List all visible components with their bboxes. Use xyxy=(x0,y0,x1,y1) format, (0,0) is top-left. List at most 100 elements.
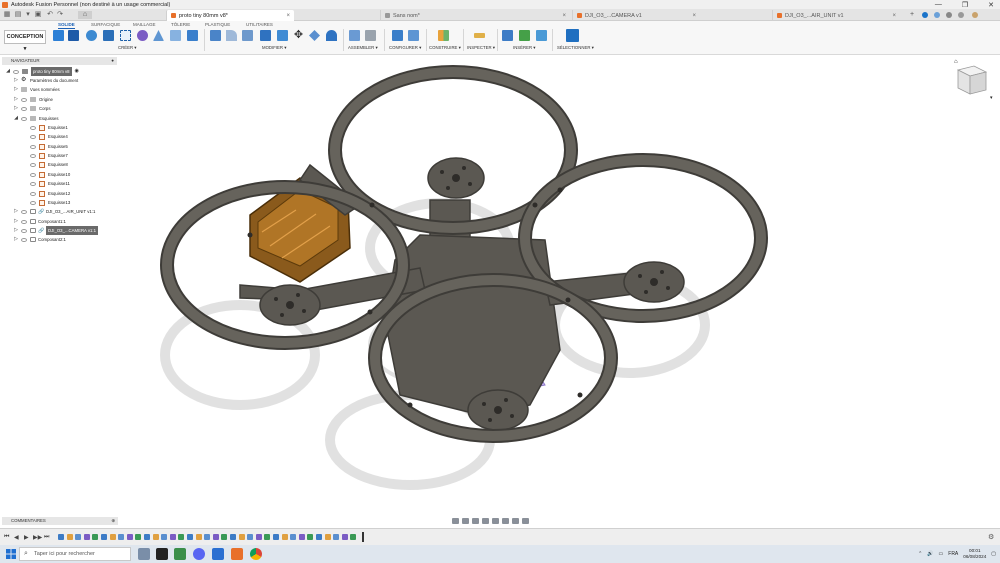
timeline-feature-icon[interactable] xyxy=(238,534,245,540)
notifications-center-icon[interactable]: ▢ xyxy=(991,551,996,557)
timeline-feature-icon[interactable] xyxy=(178,534,185,540)
timeline-feature-icon[interactable] xyxy=(247,534,254,540)
shell-icon[interactable] xyxy=(260,30,271,41)
tree-sketch[interactable]: Esquisse7 xyxy=(30,151,68,160)
workspace-switcher-button[interactable]: CONCEPTION ▾ xyxy=(4,30,46,52)
comments-panel[interactable]: COMMENTAIRES ⊕ xyxy=(2,517,118,525)
visibility-icon[interactable] xyxy=(13,69,19,74)
configuration-table-icon[interactable] xyxy=(408,30,419,41)
fillet-icon[interactable] xyxy=(226,30,237,41)
look-at-icon[interactable] xyxy=(462,517,469,524)
tab-sans-nom[interactable]: Sans nom* × xyxy=(380,10,570,21)
timeline-feature-icon[interactable] xyxy=(324,534,331,540)
notifications-icon[interactable] xyxy=(934,12,940,18)
grid-settings-icon[interactable] xyxy=(512,517,519,524)
pyramid-icon[interactable] xyxy=(153,30,164,41)
timeline-feature-icon[interactable] xyxy=(135,534,142,540)
timeline-feature-icon[interactable] xyxy=(307,534,314,540)
visibility-icon[interactable] xyxy=(30,125,36,130)
timeline-feature-icon[interactable] xyxy=(58,534,64,540)
timeline-feature-icon[interactable] xyxy=(187,534,193,540)
timeline-feature-icon[interactable] xyxy=(273,534,279,540)
tree-component-air-unit[interactable]: ▷ 🔗 DJI_O3_...AIR_UNIT v1:1 xyxy=(14,207,95,216)
group-selectionner[interactable]: SÉLECTIONNER ▾ xyxy=(557,45,594,51)
tab-tolerie[interactable]: TÔLERIE xyxy=(171,22,190,27)
job-status-icon[interactable] xyxy=(922,12,928,18)
expand-icon[interactable]: ▷ xyxy=(14,76,18,85)
tab-utilitaires[interactable]: UTILITAIRES xyxy=(246,22,273,27)
visibility-icon[interactable] xyxy=(30,200,36,205)
tree-component-composant1[interactable]: ▷ Composant1:1 xyxy=(14,217,66,226)
redo-icon[interactable]: ↷ xyxy=(56,11,64,19)
expand-icon[interactable]: ▷ xyxy=(14,226,18,235)
fit-icon[interactable] xyxy=(492,517,499,524)
align-icon[interactable] xyxy=(309,30,320,41)
timeline-feature-icon[interactable] xyxy=(152,534,159,540)
collapse-icon[interactable]: ◢ xyxy=(6,67,10,76)
visibility-icon[interactable] xyxy=(21,209,27,214)
terminal-app-icon[interactable] xyxy=(156,548,168,560)
timeline-feature-icon[interactable] xyxy=(109,534,116,540)
visibility-icon[interactable] xyxy=(30,153,36,158)
timeline-feature-icon[interactable] xyxy=(350,534,357,540)
insert-derive-icon[interactable] xyxy=(502,30,513,41)
timeline-settings-icon[interactable]: ⚙ xyxy=(988,533,994,541)
timeline-feature-icon[interactable] xyxy=(230,534,236,540)
activate-icon[interactable]: ◉ xyxy=(75,67,79,76)
timeline-feature-icon[interactable] xyxy=(126,534,133,540)
group-creer[interactable]: CRÉER ▾ xyxy=(118,45,136,51)
home-view-icon[interactable]: ⌂ xyxy=(954,59,958,65)
timeline-feature-icon[interactable] xyxy=(144,534,150,540)
timeline-feature-icon[interactable] xyxy=(333,534,340,540)
new-tab-icon[interactable]: + xyxy=(908,11,916,19)
tree-sketch[interactable]: Esquisse10 xyxy=(30,170,70,179)
pan-icon[interactable] xyxy=(472,517,479,524)
mirror-icon[interactable] xyxy=(187,30,198,41)
timeline-feature-icon[interactable] xyxy=(290,534,297,540)
move-icon[interactable]: ✥ xyxy=(293,30,304,41)
expand-icon[interactable]: ▷ xyxy=(14,207,18,216)
as-built-joint-icon[interactable] xyxy=(365,30,376,41)
tree-item-corps[interactable]: ▷ Corps xyxy=(14,104,50,113)
task-view-icon[interactable] xyxy=(138,548,150,560)
press-pull-icon[interactable] xyxy=(210,30,221,41)
timeline-feature-icon[interactable] xyxy=(66,534,73,540)
collapse-icon[interactable]: ◢ xyxy=(14,114,18,123)
tab-surfacique[interactable]: SURFACIQUE xyxy=(91,22,120,27)
new-component-icon[interactable] xyxy=(53,30,64,41)
tree-sketch[interactable]: Esquisse11 xyxy=(30,179,70,188)
combine-icon[interactable] xyxy=(277,30,288,41)
expand-icon[interactable]: ▷ xyxy=(14,235,18,244)
minimize-button[interactable]: — xyxy=(935,1,942,8)
undo-icon[interactable]: ↶ xyxy=(46,11,54,19)
timeline-feature-icon[interactable] xyxy=(101,534,107,540)
discord-app-icon[interactable] xyxy=(193,548,205,560)
fusion-taskbar-icon[interactable] xyxy=(231,548,243,560)
group-assembler[interactable]: ASSEMBLER ▾ xyxy=(348,45,378,51)
close-tab-icon[interactable]: × xyxy=(692,13,696,19)
timeline-feature-icon[interactable] xyxy=(264,534,271,540)
visibility-icon[interactable] xyxy=(21,228,27,233)
navigator-header[interactable]: NAVIGATEUR ● xyxy=(2,57,117,65)
tab-air-unit[interactable]: DJI_O3_...AIR_UNIT v1 × xyxy=(772,10,900,21)
tray-expand-icon[interactable]: ⌃ xyxy=(918,551,922,557)
visibility-icon[interactable] xyxy=(30,162,36,167)
tab-solide[interactable]: SOLIDE xyxy=(58,22,75,29)
timeline-marker[interactable] xyxy=(362,532,364,542)
tree-sketch[interactable]: Esquisse4 xyxy=(30,132,68,141)
expand-icon[interactable]: ▷ xyxy=(14,95,18,104)
orbit-icon[interactable] xyxy=(452,517,459,524)
timeline-feature-icon[interactable] xyxy=(341,534,348,540)
insert-mesh-icon[interactable] xyxy=(519,30,530,41)
step-back-icon[interactable]: ◀ xyxy=(14,534,19,541)
viewcube-menu-icon[interactable]: ▾ xyxy=(990,95,993,101)
group-modifier[interactable]: MODIFIER ▾ xyxy=(262,45,286,51)
3d-viewport[interactable] xyxy=(120,58,1000,516)
save-icon[interactable]: ▣ xyxy=(34,11,42,19)
group-configurer[interactable]: CONFIGURER ▾ xyxy=(389,45,421,51)
clock[interactable]: 00:01 06/08/2024 xyxy=(963,548,986,560)
visibility-icon[interactable] xyxy=(21,106,27,111)
close-tab-icon[interactable]: × xyxy=(562,13,566,19)
go-to-start-icon[interactable]: ⏮ xyxy=(4,534,9,541)
tree-component-camera[interactable]: ▷ 🔗 DJI_O3_...CAMERA v1:1 xyxy=(14,226,98,235)
